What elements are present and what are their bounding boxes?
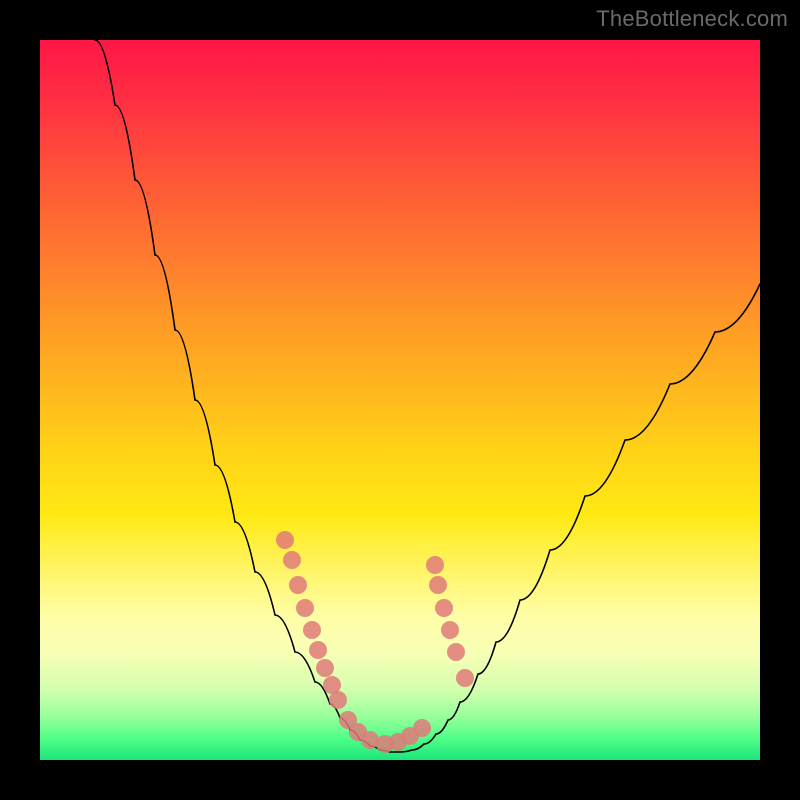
data-dot <box>316 659 334 677</box>
bottleneck-curve <box>95 40 760 752</box>
data-dot <box>429 576 447 594</box>
data-dot <box>413 719 431 737</box>
data-dot <box>296 599 314 617</box>
data-dot <box>283 551 301 569</box>
data-dots-group <box>276 531 474 753</box>
attribution-label: TheBottleneck.com <box>596 6 788 32</box>
data-dot <box>303 621 321 639</box>
data-dot <box>276 531 294 549</box>
data-dot <box>309 641 327 659</box>
chart-overlay <box>40 40 760 760</box>
data-dot <box>456 669 474 687</box>
data-dot <box>441 621 459 639</box>
data-dot <box>435 599 453 617</box>
data-dot <box>329 691 347 709</box>
data-dot <box>426 556 444 574</box>
chart-frame: TheBottleneck.com <box>0 0 800 800</box>
data-dot <box>447 643 465 661</box>
plot-area <box>40 40 760 760</box>
data-dot <box>289 576 307 594</box>
